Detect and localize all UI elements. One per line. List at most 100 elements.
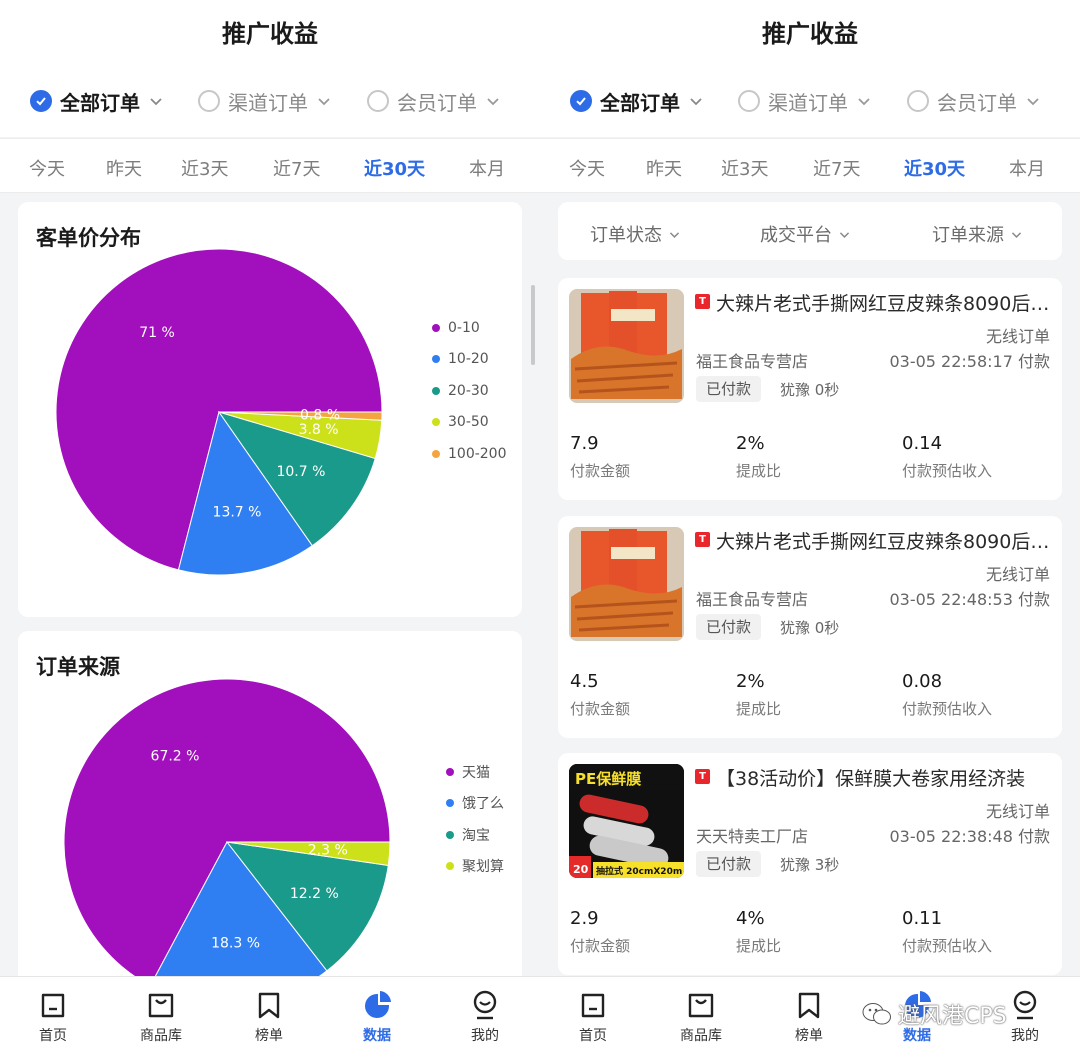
top-bar: 推广收益 全部订单 渠道订单 会员订单 [540,0,1080,137]
order-type: 无线订单 [985,565,1050,584]
page-title: 推广收益 [222,20,318,48]
legend-dot [432,323,440,332]
filter-order-source[interactable]: 订单来源 [932,221,1023,247]
left-screen: 推广收益 全部订单 渠道订单 会员订单 今天 昨天 近3天 近7天 近30天 本… [0,0,540,1061]
product-title[interactable]: 大辣片老式手撕网红豆皮辣条8090后怀旧零食 [716,527,1052,554]
radio-icon [198,90,220,112]
order-type-tabs: 全部订单 渠道订单 会员订单 [540,84,1080,118]
nav-label: 数据 [363,1028,391,1044]
nav-data[interactable]: 数据 [337,989,417,1045]
legend-label: 天猫 [462,764,490,781]
pie-data-label: 0.8 % [300,408,340,424]
nav-label: 我的 [1011,1028,1039,1044]
order-card[interactable]: PE保鲜膜 20 抽拉式 20cmX20m T 【38活动价】保鲜膜大卷家用经济… [558,753,1062,975]
thumb-spec: 抽拉式 20cmX20m [596,865,682,877]
date-tab-30days[interactable]: 近30天 [364,155,425,181]
spicy-strips-image [569,289,684,403]
chevron-down-icon [487,98,499,106]
legend-item: 饿了么 [446,788,504,820]
metric-label: 付款预估收入 [902,700,993,718]
tab-channel-orders[interactable]: 渠道订单 [738,84,872,118]
bag-icon [148,993,174,1018]
metric-value: 7.9 [570,433,599,454]
nav-label: 首页 [39,1028,67,1044]
legend-dot [446,799,454,808]
product-thumbnail[interactable] [569,527,684,641]
hesitation-time: 犹豫 0秒 [780,619,840,637]
shop-name: 天天特卖工厂店 [696,827,809,846]
legend-dot [446,767,454,776]
legend-label: 淘宝 [462,827,490,844]
tab-all-orders[interactable]: 全部订单 [570,84,704,118]
tab-label: 渠道订单 [228,90,308,115]
tmall-badge-icon: T [695,294,710,309]
date-tab-30days[interactable]: 近30天 [904,155,965,181]
tab-label: 会员订单 [397,90,477,115]
spicy-strips-image [569,527,684,641]
date-tab-7days[interactable]: 近7天 [813,155,860,181]
pie-data-label: 3.8 % [299,422,339,438]
watermark: 避风港CPS [862,998,1007,1030]
nav-products[interactable]: 商品库 [121,989,201,1045]
nav-home[interactable]: 首页 [553,989,633,1045]
metric-value: 0.11 [902,908,943,929]
nav-profile[interactable]: 我的 [445,989,525,1045]
home-icon [41,993,65,1018]
legend-label: 10-20 [448,351,489,368]
date-tab-today[interactable]: 今天 [29,155,65,181]
metric-value: 4% [736,908,765,929]
nav-home[interactable]: 首页 [13,989,93,1045]
order-time: 03-05 22:58:17 付款 [889,352,1050,371]
order-card[interactable]: T 大辣片老式手撕网红豆皮辣条8090后怀旧零食 无线订单 福王食品专营店 03… [558,278,1062,500]
filter-platform[interactable]: 成交平台 [760,221,851,247]
hesitation-time: 犹豫 3秒 [780,856,840,874]
legend-dot [446,862,454,871]
product-thumbnail[interactable]: PE保鲜膜 20 抽拉式 20cmX20m [569,764,684,878]
date-tab-today[interactable]: 今天 [569,155,605,181]
legend-item: 0-10 [432,312,507,344]
tab-label: 渠道订单 [768,90,848,115]
date-tab-3days[interactable]: 近3天 [721,155,768,181]
radio-icon [738,90,760,112]
filter-bar: 订单状态 成交平台 订单来源 [558,202,1062,260]
scrollbar[interactable] [531,285,535,365]
tab-member-orders[interactable]: 会员订单 [907,84,1041,118]
legend-item: 聚划算 [446,851,504,883]
metric-value: 2% [736,433,765,454]
product-title[interactable]: 【38活动价】保鲜膜大卷家用经济装 [716,764,1052,791]
date-tab-yesterday[interactable]: 昨天 [106,155,142,181]
legend-dot [446,830,454,839]
order-card[interactable]: T 大辣片老式手撕网红豆皮辣条8090后怀旧零食 无线订单 福王食品专营店 03… [558,516,1062,738]
date-tab-7days[interactable]: 近7天 [273,155,320,181]
date-tab-month[interactable]: 本月 [1009,155,1045,181]
tab-label: 全部订单 [60,90,140,115]
pie-data-label: 18.3 % [211,936,260,952]
date-tab-month[interactable]: 本月 [469,155,505,181]
tab-channel-orders[interactable]: 渠道订单 [198,84,332,118]
nav-label: 商品库 [680,1028,722,1044]
thumb-headline: PE保鲜膜 [575,770,641,788]
date-range-tabs: 今天 昨天 近3天 近7天 近30天 本月 [0,138,540,193]
legend-item: 30-50 [432,407,507,439]
nav-rankings[interactable]: 榜单 [229,989,309,1045]
chevron-down-icon [150,98,162,106]
legend-item: 10-20 [432,344,507,376]
nav-products[interactable]: 商品库 [661,989,741,1045]
metric-amount: 7.9 付款金额 [570,433,630,481]
metric-rate: 4% 提成比 [736,908,781,956]
date-tab-3days[interactable]: 近3天 [181,155,228,181]
cling-film-image: PE保鲜膜 20 抽拉式 20cmX20m [569,764,684,878]
product-title[interactable]: 大辣片老式手撕网红豆皮辣条8090后怀旧零食 [716,289,1052,316]
tab-all-orders[interactable]: 全部订单 [30,84,164,118]
legend-item: 100-200 [432,438,507,470]
filter-order-status[interactable]: 订单状态 [590,221,681,247]
date-tab-yesterday[interactable]: 昨天 [646,155,682,181]
radio-icon [907,90,929,112]
product-thumbnail[interactable] [569,289,684,403]
status-badge: 已付款 [696,614,762,640]
tab-member-orders[interactable]: 会员订单 [367,84,501,118]
page-title: 推广收益 [762,20,858,48]
filter-label: 成交平台 [760,225,832,246]
legend-label: 0-10 [448,319,480,336]
nav-rankings[interactable]: 榜单 [769,989,849,1045]
